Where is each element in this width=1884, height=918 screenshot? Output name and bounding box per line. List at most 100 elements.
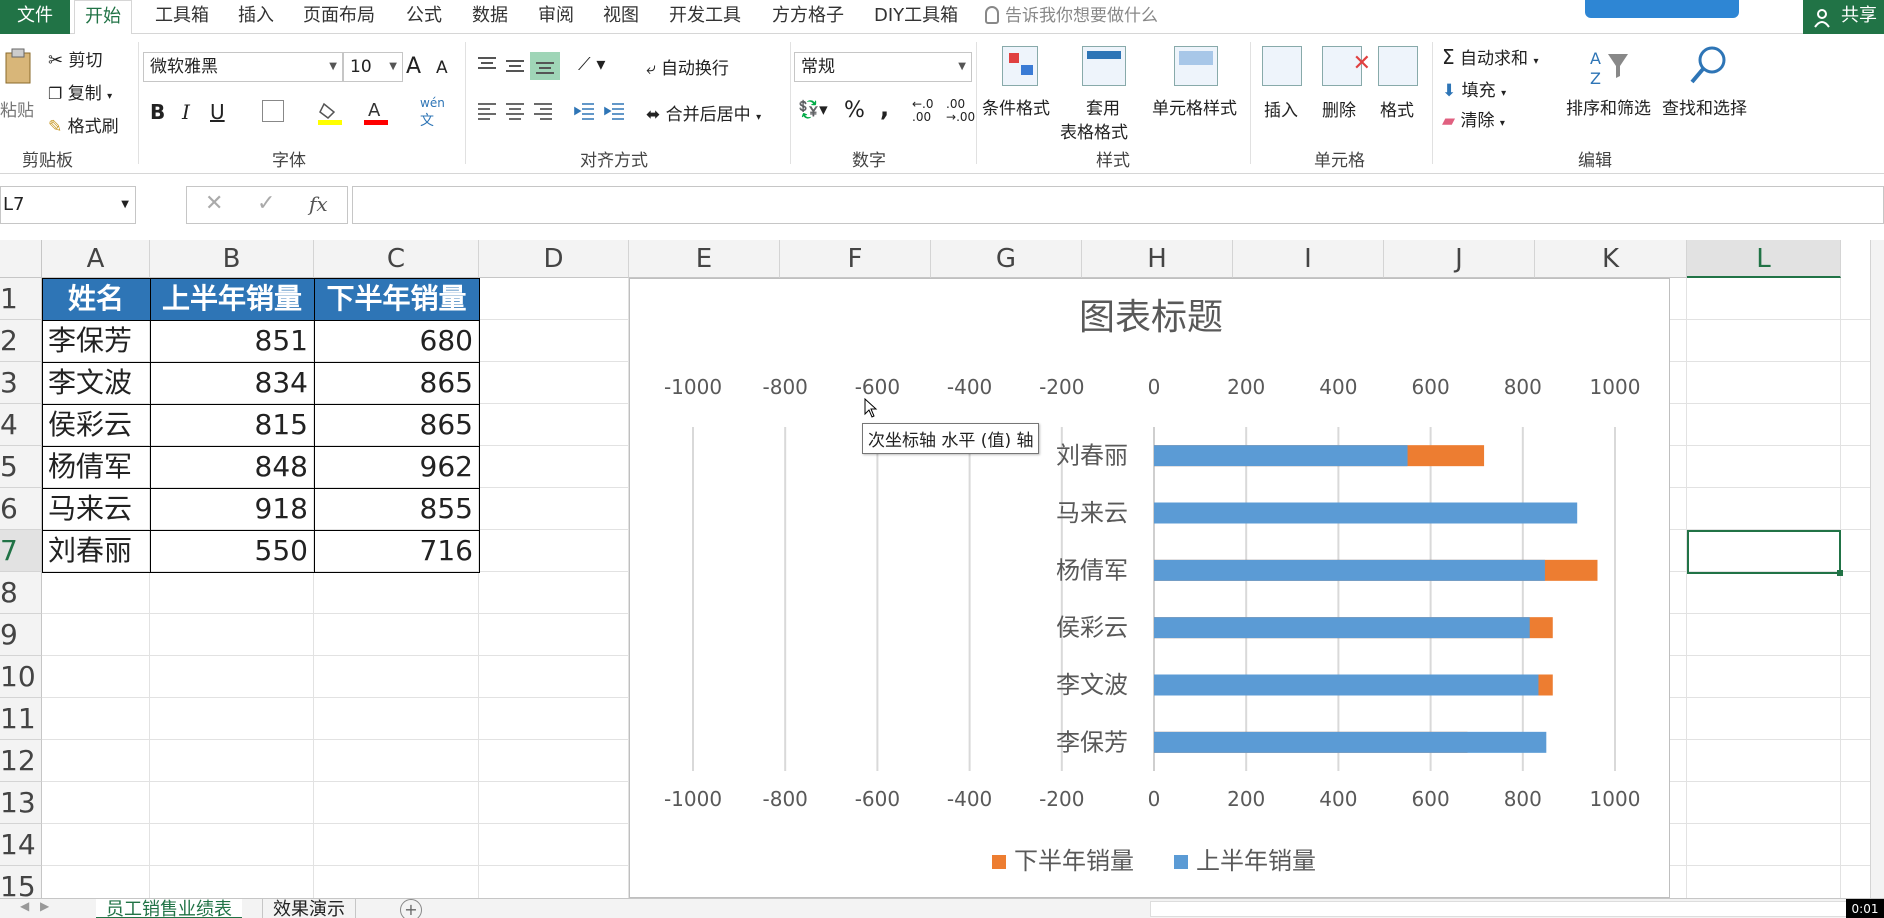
cell-styles-button[interactable]: 单元格样式 bbox=[1152, 94, 1237, 119]
formula-input[interactable] bbox=[352, 186, 1884, 224]
active-cell-L7[interactable] bbox=[1687, 530, 1843, 576]
sales-cell[interactable]: 550 bbox=[150, 530, 314, 572]
autosum-button[interactable]: Σ 自动求和 ▾ bbox=[1442, 44, 1538, 69]
table-header-cell[interactable]: 上半年销量 bbox=[150, 278, 314, 320]
row-header-4[interactable]: 4 bbox=[0, 404, 42, 446]
sales-cell[interactable]: 865 bbox=[314, 404, 479, 446]
copy-button[interactable]: ❐ 复制 ▾ bbox=[48, 79, 112, 104]
align-left-icon[interactable] bbox=[476, 100, 498, 122]
sales-cell[interactable]: 962 bbox=[314, 446, 479, 488]
clipboard-icon[interactable] bbox=[2, 46, 34, 86]
row-header-9[interactable]: 9 bbox=[0, 614, 42, 656]
row-header-15[interactable]: 15 bbox=[0, 866, 42, 898]
align-top-icon[interactable] bbox=[476, 54, 498, 76]
fill-button[interactable]: ⬇ 填充 ▾ bbox=[1442, 76, 1506, 101]
delete-cells-icon[interactable]: ✕ bbox=[1322, 46, 1371, 86]
horizontal-scrollbar[interactable] bbox=[1150, 901, 1850, 917]
cell-styles-icon[interactable] bbox=[1174, 46, 1218, 86]
row-header-7[interactable]: 7 bbox=[0, 530, 42, 572]
tab-ffcell[interactable]: 方方格子 bbox=[772, 0, 844, 34]
increase-indent-icon[interactable] bbox=[604, 100, 626, 122]
column-header-E[interactable]: E bbox=[629, 240, 780, 278]
number-format-select[interactable]: 常规 ▼ bbox=[794, 52, 972, 82]
upload-button[interactable] bbox=[1585, 0, 1739, 18]
align-bottom-icon[interactable] bbox=[530, 52, 560, 80]
phonetic-guide-button[interactable]: wén 文 bbox=[420, 96, 445, 130]
tab-formulas[interactable]: 公式 bbox=[406, 0, 442, 34]
table-header-cell[interactable]: 下半年销量 bbox=[314, 278, 479, 320]
sales-cell[interactable]: 855 bbox=[314, 488, 479, 530]
align-center-icon[interactable] bbox=[504, 100, 526, 122]
comma-button[interactable]: , bbox=[880, 94, 889, 122]
name-cell[interactable]: 马来云 bbox=[42, 488, 150, 530]
sort-filter-button[interactable]: 排序和筛选 bbox=[1566, 94, 1651, 119]
name-cell[interactable]: 侯彩云 bbox=[42, 404, 150, 446]
format-as-table-button2[interactable]: 表格格式 bbox=[1060, 118, 1128, 143]
row-header-11[interactable]: 11 bbox=[0, 698, 42, 740]
grow-font-button[interactable]: A bbox=[406, 54, 421, 79]
clear-button[interactable]: ▰ 清除 ▾ bbox=[1442, 106, 1505, 131]
column-header-J[interactable]: J bbox=[1384, 240, 1535, 278]
decrease-decimal-button[interactable]: .00 →.00 bbox=[946, 98, 975, 124]
fx-icon[interactable]: fx bbox=[309, 192, 328, 216]
font-name-select[interactable]: 微软雅黑 ▼ bbox=[143, 52, 343, 82]
tab-diy-toolbox[interactable]: DIY工具箱 bbox=[874, 0, 958, 34]
sheet-tab-sales[interactable]: 员工销售业绩表 bbox=[96, 899, 242, 918]
name-cell[interactable]: 杨倩军 bbox=[42, 446, 150, 488]
name-cell[interactable]: 李文波 bbox=[42, 362, 150, 404]
tab-review[interactable]: 审阅 bbox=[538, 0, 574, 34]
insert-cells-icon[interactable] bbox=[1262, 46, 1302, 86]
sales-cell[interactable]: 865 bbox=[314, 362, 479, 404]
enter-icon[interactable]: ✓ bbox=[257, 191, 275, 216]
font-size-select[interactable]: 10 ▼ bbox=[343, 52, 403, 82]
name-cell[interactable]: 刘春丽 bbox=[42, 530, 150, 572]
row-header-5[interactable]: 5 bbox=[0, 446, 42, 488]
file-tab[interactable]: 文件 bbox=[0, 0, 70, 34]
tab-toolbox[interactable]: 工具箱 bbox=[155, 0, 209, 34]
wrap-text-button[interactable]: ⤶ 自动换行 bbox=[646, 54, 729, 79]
add-sheet-icon[interactable]: + bbox=[400, 899, 422, 918]
sales-cell[interactable]: 851 bbox=[150, 320, 314, 362]
row-header-13[interactable]: 13 bbox=[0, 782, 42, 824]
row-header-2[interactable]: 2 bbox=[0, 320, 42, 362]
align-middle-icon[interactable] bbox=[504, 54, 526, 76]
sales-cell[interactable]: 815 bbox=[150, 404, 314, 446]
tab-insert[interactable]: 插入 bbox=[238, 0, 274, 34]
italic-button[interactable]: I bbox=[182, 100, 190, 124]
font-color-icon[interactable]: A bbox=[364, 98, 388, 126]
column-header-B[interactable]: B bbox=[150, 240, 314, 278]
format-cells-button[interactable]: 格式 bbox=[1380, 96, 1414, 121]
column-header-I[interactable]: I bbox=[1233, 240, 1384, 278]
shrink-font-button[interactable]: A bbox=[436, 58, 448, 78]
delete-cells-button[interactable]: 删除 bbox=[1322, 96, 1356, 121]
percent-button[interactable]: % bbox=[844, 98, 865, 123]
column-header-F[interactable]: F bbox=[780, 240, 931, 278]
column-header-D[interactable]: D bbox=[479, 240, 629, 278]
align-right-icon[interactable] bbox=[532, 100, 554, 122]
row-header-10[interactable]: 10 bbox=[0, 656, 42, 698]
vertical-scrollbar[interactable] bbox=[1870, 240, 1884, 898]
column-header-C[interactable]: C bbox=[314, 240, 479, 278]
decrease-indent-icon[interactable] bbox=[574, 100, 596, 122]
sales-cell[interactable]: 716 bbox=[314, 530, 479, 572]
paste-button[interactable]: 粘贴 bbox=[0, 96, 34, 121]
orientation-icon[interactable]: ⟋ ▾ bbox=[578, 54, 605, 75]
column-header-H[interactable]: H bbox=[1082, 240, 1233, 278]
underline-button[interactable]: U bbox=[210, 100, 225, 124]
sales-cell[interactable]: 834 bbox=[150, 362, 314, 404]
currency-icon[interactable]: 💱▾ bbox=[798, 100, 828, 120]
tell-me-box[interactable]: 告诉我你想要做什么 bbox=[985, 0, 1158, 34]
format-cells-icon[interactable] bbox=[1378, 46, 1418, 86]
conditional-format-button[interactable]: 条件格式 bbox=[982, 94, 1050, 119]
format-as-table-button1[interactable]: 套用 bbox=[1086, 94, 1120, 119]
bold-button[interactable]: B bbox=[150, 100, 165, 124]
sheet-scroll-right-icon[interactable]: ▶ bbox=[40, 899, 49, 913]
column-header-L[interactable]: L bbox=[1687, 240, 1841, 278]
row-header-3[interactable]: 3 bbox=[0, 362, 42, 404]
table-header-cell[interactable]: 姓名 bbox=[42, 278, 150, 320]
column-header-A[interactable]: A bbox=[42, 240, 150, 278]
tab-developer[interactable]: 开发工具 bbox=[669, 0, 741, 34]
sort-filter-icon[interactable]: AZ bbox=[1588, 46, 1632, 86]
name-box[interactable]: L7 ▼ bbox=[0, 186, 136, 224]
column-header-K[interactable]: K bbox=[1535, 240, 1687, 278]
